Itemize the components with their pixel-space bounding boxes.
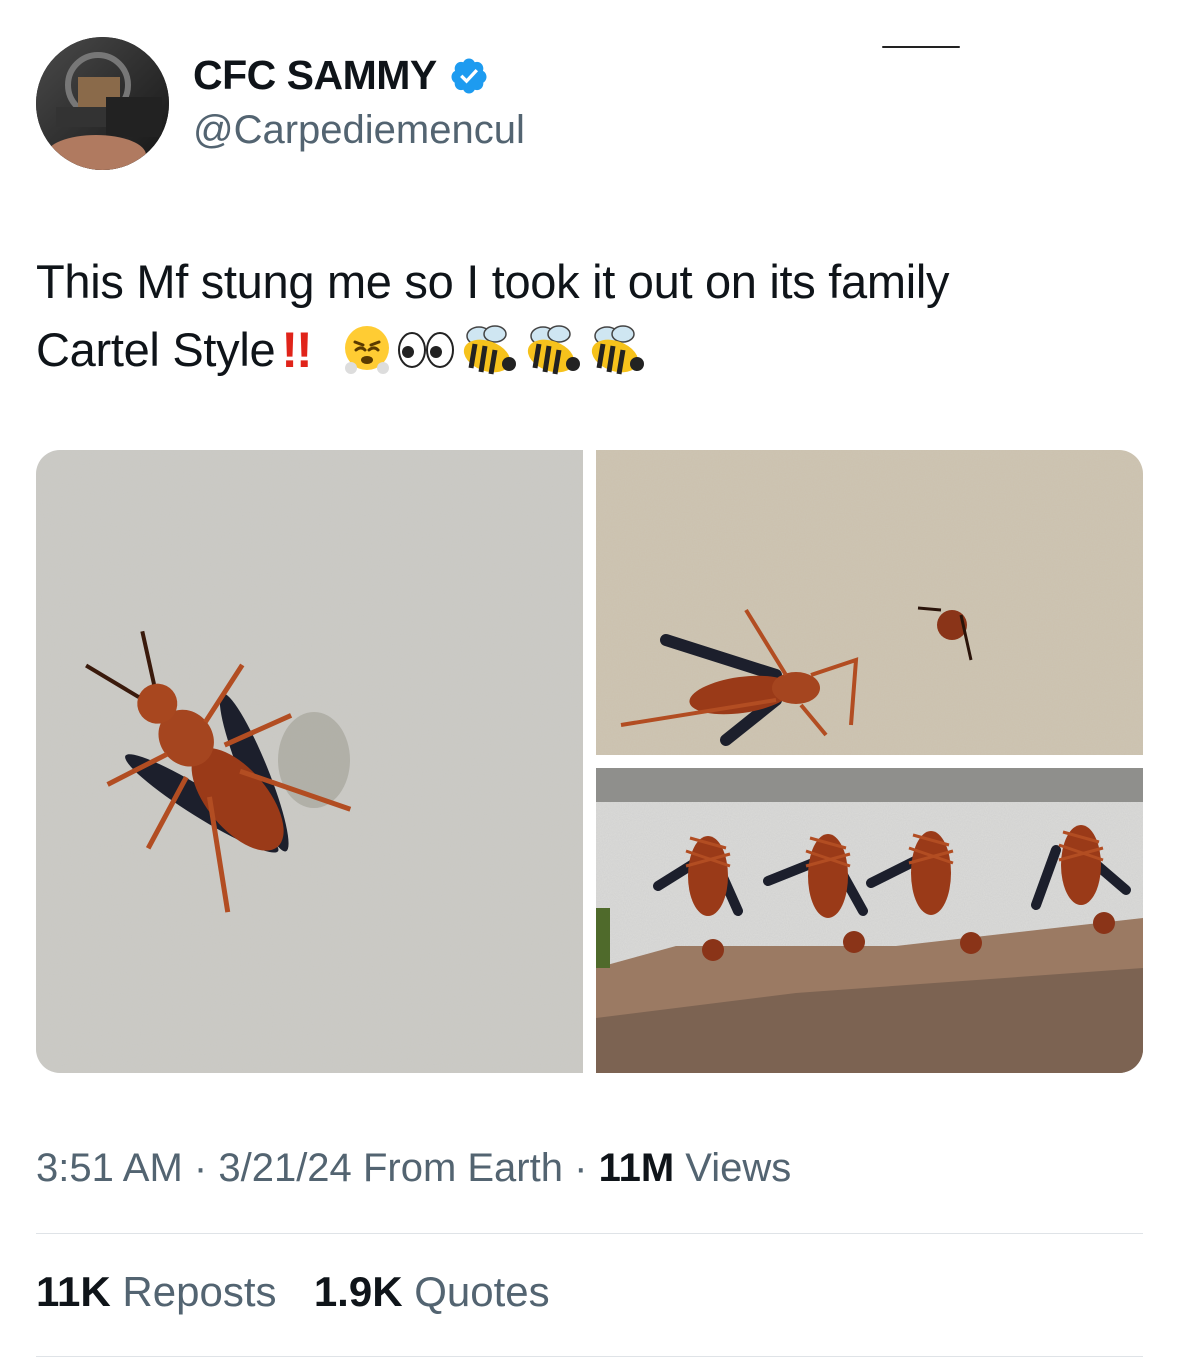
tweet-source: From Earth	[362, 1146, 563, 1190]
user-handle[interactable]: @Carpediemencul	[193, 108, 525, 153]
reposts-label: Reposts	[122, 1268, 277, 1315]
tweet-date[interactable]: 3/21/24	[218, 1146, 351, 1190]
reposts-stat[interactable]: 11K Reposts	[36, 1268, 276, 1315]
eyes-icon	[397, 332, 454, 368]
tweet-line-2-text: Cartel Style	[36, 323, 276, 376]
photo-wasp-family[interactable]	[596, 768, 1143, 1073]
media-grid	[36, 450, 1143, 1073]
bee-icon	[463, 325, 516, 375]
display-name[interactable]: CFC SAMMY	[193, 52, 437, 99]
verified-badge-icon	[451, 58, 487, 93]
photo-wasp-single[interactable]	[36, 450, 583, 1073]
quotes-label: Quotes	[414, 1268, 550, 1315]
quotes-count: 1.9K	[313, 1268, 403, 1315]
tweet-line-2: Cartel Style !!	[36, 316, 1146, 384]
meta-separator: ·	[574, 1146, 588, 1190]
tweet-line-1: This Mf stung me so I took it out on its…	[36, 255, 950, 308]
double-exclamation-icon: !!	[281, 322, 312, 378]
tweet-time[interactable]: 3:51 AM	[36, 1146, 183, 1190]
meta-separator: ·	[193, 1146, 208, 1190]
divider	[36, 1233, 1143, 1234]
bee-icon	[591, 325, 644, 375]
avatar[interactable]	[36, 37, 169, 170]
photo-wasp-decapitated[interactable]	[596, 450, 1143, 755]
divider	[36, 1356, 1143, 1357]
reposts-count: 11K	[36, 1268, 111, 1315]
tweet-text: This Mf stung me so I took it out on its…	[36, 248, 1146, 384]
views-count: 11M	[598, 1146, 675, 1190]
views-label: Views	[685, 1146, 792, 1190]
bee-icon	[527, 325, 580, 375]
tweet-meta: 3:51 AM · 3/21/24 From Earth · 11M Views	[36, 1146, 791, 1191]
tweet-stats: 11K Reposts 1.9K Quotes	[36, 1268, 550, 1316]
quotes-stat[interactable]: 1.9K Quotes	[314, 1268, 550, 1315]
steam-face-icon	[344, 326, 389, 374]
status-line	[882, 46, 960, 48]
